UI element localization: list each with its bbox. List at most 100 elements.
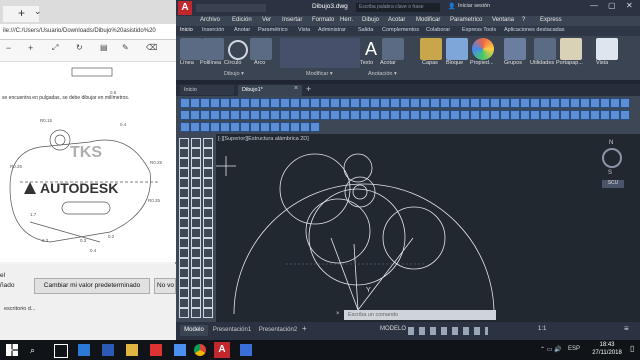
menu-dibujo[interactable]: Dibujo [362, 17, 379, 23]
toolbar-tool-icon[interactable] [330, 98, 340, 108]
menu-parametrico[interactable]: Parametrico [450, 17, 482, 23]
layers-icon[interactable] [420, 38, 442, 60]
draw-tool-icon[interactable] [179, 268, 189, 278]
tab-vista[interactable]: Vista [298, 27, 310, 33]
toolbar-tool-icon[interactable] [440, 110, 450, 120]
toolbar-tool-icon[interactable] [300, 98, 310, 108]
draw-tool-icon[interactable] [203, 198, 213, 208]
toolbar-tool-icon[interactable] [600, 98, 610, 108]
toolbar-tool-icon[interactable] [270, 110, 280, 120]
new-file-tab-icon[interactable]: + [306, 84, 311, 94]
draw-tool-icon[interactable] [191, 208, 201, 218]
draw-icon[interactable]: ✎ [122, 43, 129, 52]
toolbar-tool-icon[interactable] [240, 110, 250, 120]
toolbar-tool-icon[interactable] [260, 98, 270, 108]
toolbar-tool-icon[interactable] [420, 98, 430, 108]
toolbar-tool-icon[interactable] [240, 122, 250, 132]
toolbar-tool-icon[interactable] [530, 98, 540, 108]
toolbar-tool-icon[interactable] [390, 110, 400, 120]
app-icon[interactable] [150, 344, 162, 356]
annotation-scale[interactable]: 1:1 [538, 326, 546, 332]
draw-tool-icon[interactable] [179, 138, 189, 148]
toolbar-tool-icon[interactable] [230, 110, 240, 120]
draw-tool-icon[interactable] [191, 238, 201, 248]
toolbar-tool-icon[interactable] [500, 110, 510, 120]
draw-tool-icon[interactable] [203, 298, 213, 308]
toolbar-tool-icon[interactable] [350, 98, 360, 108]
toolbar-tool-icon[interactable] [520, 110, 530, 120]
toolbar-tool-icon[interactable] [320, 98, 330, 108]
draw-tool-icon[interactable] [179, 238, 189, 248]
toolbar-tool-icon[interactable] [540, 98, 550, 108]
view-icon[interactable] [596, 38, 618, 60]
group-modificar[interactable]: Modificar ▾ [306, 71, 333, 77]
circle-tool-icon[interactable] [228, 40, 248, 60]
toolbar-tool-icon[interactable] [540, 110, 550, 120]
clock-time[interactable]: 18:43 [594, 342, 620, 348]
toolbar-tool-icon[interactable] [610, 98, 620, 108]
toolbar-tool-icon[interactable] [360, 98, 370, 108]
menu-formato[interactable]: Formato [312, 17, 334, 23]
command-close-icon[interactable]: × [336, 311, 340, 317]
toolbar-tool-icon[interactable] [490, 98, 500, 108]
system-tray-icons[interactable]: ⌃ ▭ 🔊 [540, 346, 562, 353]
tab-parametrico[interactable]: Paramétrico [258, 27, 288, 33]
wcs-dropdown[interactable]: SCU [602, 180, 624, 188]
toolbar-tool-icon[interactable] [190, 122, 200, 132]
clock-date[interactable]: 27/11/2018 [588, 350, 626, 356]
zoom-out-icon[interactable]: − [6, 43, 11, 53]
polyline-tool-icon[interactable] [202, 38, 224, 60]
language-indicator[interactable]: ESP [568, 346, 580, 352]
file-tab-dibujo1[interactable]: Dibujo1* [238, 85, 302, 96]
menu-herr[interactable]: Herr. [340, 17, 353, 23]
toolbar-tool-icon[interactable] [260, 122, 270, 132]
toolbar-tool-icon[interactable] [480, 110, 490, 120]
change-default-button[interactable]: Cambiar mi valor predeterminado [34, 278, 150, 294]
toolbar-tool-icon[interactable] [430, 98, 440, 108]
page-view-icon[interactable]: ▤ [100, 43, 108, 52]
toolbar-tool-icon[interactable] [510, 110, 520, 120]
toolbar-tool-icon[interactable] [210, 110, 220, 120]
toolbar-tool-icon[interactable] [200, 98, 210, 108]
toolbar-tool-icon[interactable] [490, 110, 500, 120]
toolbar-tool-icon[interactable] [290, 122, 300, 132]
toolbar-tool-icon[interactable] [230, 122, 240, 132]
draw-tool-icon[interactable] [203, 238, 213, 248]
menu-ventana[interactable]: Ventana [492, 17, 514, 23]
toolbar-tool-icon[interactable] [530, 110, 540, 120]
file-tab-inicio[interactable]: Inicio [180, 85, 234, 95]
draw-tool-icon[interactable] [191, 218, 201, 228]
edge-icon[interactable] [78, 344, 90, 356]
toolbar-tool-icon[interactable] [250, 98, 260, 108]
arc-tool-icon[interactable] [250, 38, 272, 60]
sign-in-link[interactable]: Iniciar sesión [458, 3, 490, 9]
draw-tool-icon[interactable] [191, 198, 201, 208]
customize-menu-icon[interactable]: ≡ [624, 324, 629, 333]
line-tool-icon[interactable] [180, 38, 202, 60]
toolbar-tool-icon[interactable] [520, 98, 530, 108]
start-icon[interactable] [6, 344, 18, 356]
clipboard-icon[interactable] [560, 38, 582, 60]
tab-insercion[interactable]: Inserción [202, 27, 224, 33]
toolbar-tool-icon[interactable] [180, 98, 190, 108]
draw-tool-icon[interactable] [179, 198, 189, 208]
toolbar-tool-icon[interactable] [260, 110, 270, 120]
draw-tool-icon[interactable] [203, 148, 213, 158]
toolbar-tool-icon[interactable] [390, 98, 400, 108]
toolbar-tool-icon[interactable] [440, 98, 450, 108]
maximize-icon[interactable]: ▢ [608, 1, 616, 10]
draw-tool-icon[interactable] [203, 268, 213, 278]
toolbar-tool-icon[interactable] [410, 110, 420, 120]
draw-tool-icon[interactable] [179, 168, 189, 178]
toolbar-tool-icon[interactable] [620, 110, 630, 120]
toolbar-tool-icon[interactable] [300, 122, 310, 132]
draw-tool-icon[interactable] [191, 228, 201, 238]
draw-tool-icon[interactable] [179, 148, 189, 158]
autocad-taskbar-icon[interactable]: A [214, 342, 230, 358]
file-explorer-icon[interactable] [126, 344, 138, 356]
draw-tool-icon[interactable] [191, 188, 201, 198]
modify-tools-grid[interactable] [280, 38, 360, 68]
draw-tool-icon[interactable] [179, 158, 189, 168]
toolbar-tool-icon[interactable] [270, 98, 280, 108]
tab-aplicaciones[interactable]: Aplicaciones destacadas [504, 27, 565, 33]
